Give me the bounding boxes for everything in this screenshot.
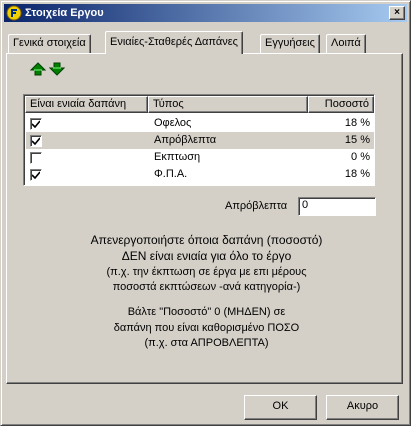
tab-guarantees[interactable]: Εγγυήσεις — [260, 34, 320, 54]
app-logo-icon — [6, 5, 22, 21]
dialog-window: Στοιχεία Εργου × Γενικά στοιχεία Ενιαίες… — [0, 0, 411, 426]
ok-button[interactable]: OK — [244, 395, 317, 420]
tab-other[interactable]: Λοιπά — [326, 34, 366, 54]
cancel-button[interactable]: Ακυρο — [326, 395, 399, 420]
window-title: Στοιχεία Εργου — [25, 7, 104, 19]
tab-general[interactable]: Γενικά στοιχεία — [8, 34, 91, 54]
close-button[interactable]: × — [389, 6, 405, 20]
title-bar[interactable]: Στοιχεία Εργου × — [4, 4, 407, 22]
tab-panel — [6, 53, 403, 384]
tab-uniform-costs[interactable]: Ενιαίες-Σταθερές Δαπάνες — [105, 31, 243, 54]
